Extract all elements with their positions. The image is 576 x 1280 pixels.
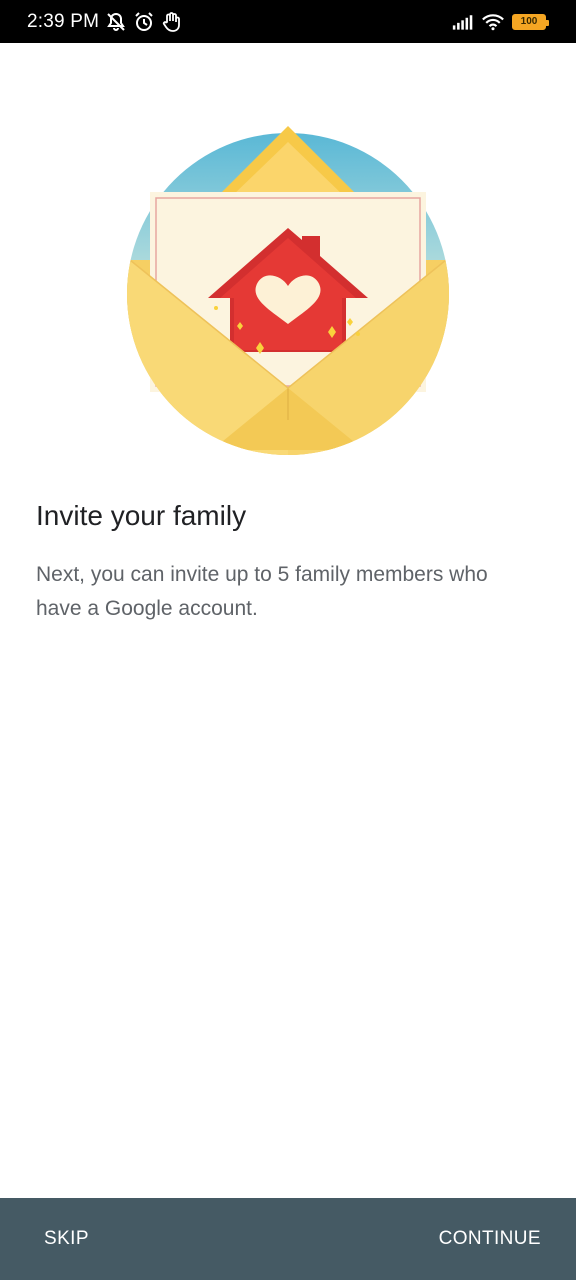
status-bar-right: 100 [452,11,549,33]
continue-button[interactable]: CONTINUE [439,1228,541,1250]
status-time: 2:39 PM [27,10,100,32]
wifi-icon [482,11,504,33]
status-bar-left: 2:39 PM [27,11,183,33]
signal-icon [452,11,474,33]
skip-button[interactable]: SKIP [44,1228,89,1250]
alarm-icon [133,11,155,33]
battery-icon: 100 [512,13,549,30]
notifications-off-icon [105,11,127,33]
page-title: Invite your family [36,500,247,531]
bottom-action-bar: SKIP CONTINUE [0,1198,576,1280]
invite-family-illustration [120,120,456,464]
status-bar: 2:39 PM 100 [0,0,576,43]
battery-level: 100 [520,15,538,27]
hand-icon [161,11,183,33]
page-description: Next, you can invite up to 5 family memb… [36,563,488,620]
